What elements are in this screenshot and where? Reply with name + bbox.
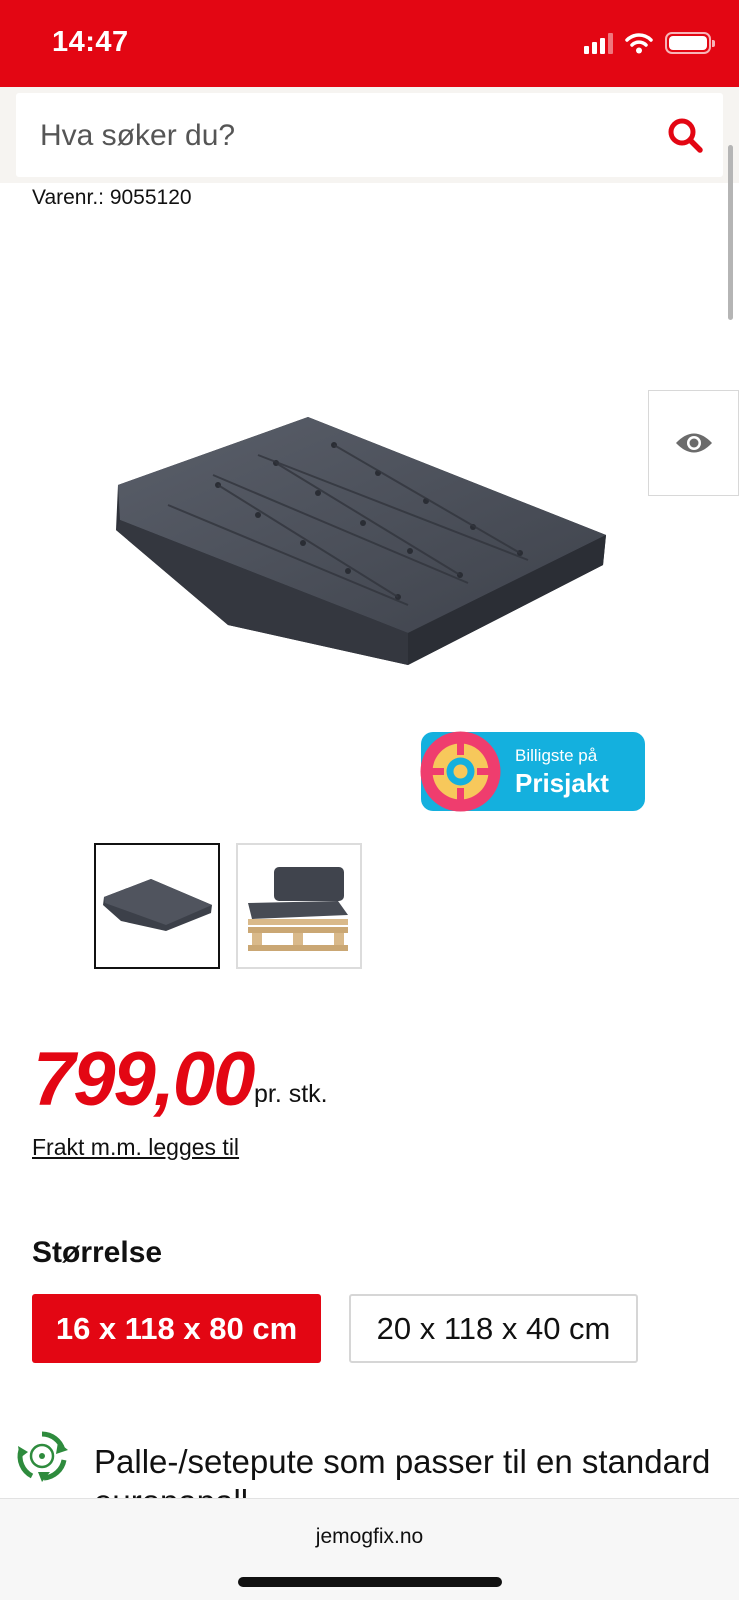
prisjakt-line1: Billigste på <box>515 746 598 765</box>
battery-icon <box>665 32 715 54</box>
status-icons <box>584 32 715 54</box>
shipping-info-link[interactable]: Frakt m.m. legges til <box>32 1134 239 1161</box>
recycle-icon <box>17 1431 68 1482</box>
search-input[interactable]: Hva søker du? <box>16 93 723 177</box>
thumbnail-pallet-image <box>248 867 348 951</box>
thumbnail-1[interactable] <box>94 843 220 969</box>
product-image[interactable] <box>108 415 616 680</box>
feature-text: Palle-/setepute som passer til en standa… <box>94 1443 711 1498</box>
scrollbar[interactable] <box>728 145 733 320</box>
prisjakt-badge[interactable]: Billigste på Prisjakt <box>420 731 645 812</box>
search-bar: Hva søker du? <box>0 87 739 183</box>
status-bar: 14:47 <box>0 0 739 87</box>
product-price: 799,00 <box>33 1037 255 1122</box>
prisjakt-line2: Prisjakt <box>515 768 609 798</box>
prisjakt-logo-icon <box>420 731 501 812</box>
wifi-icon <box>625 33 653 54</box>
size-heading: Størrelse <box>32 1236 163 1269</box>
thumbnail-2[interactable] <box>236 843 362 969</box>
eye-icon <box>675 433 712 453</box>
feature-item: Palle-/setepute som passer til en standa… <box>0 1420 739 1498</box>
home-indicator[interactable] <box>238 1577 502 1587</box>
thumbnail-cushion-image <box>103 879 212 931</box>
signal-icon <box>584 32 613 54</box>
product-sku: Varenr.: 9055120 <box>32 186 192 209</box>
price-unit: pr. stk. <box>254 1080 328 1108</box>
browser-url-bar[interactable]: jemogfix.no <box>0 1498 739 1600</box>
size-option[interactable]: 20 x 118 x 40 cm <box>349 1294 638 1363</box>
url-text: jemogfix.no <box>315 1525 424 1548</box>
search-icon[interactable] <box>665 115 705 155</box>
search-placeholder: Hva søker du? <box>40 119 236 152</box>
status-time: 14:47 <box>52 26 129 58</box>
view-image-button[interactable] <box>648 390 739 496</box>
size-option-selected[interactable]: 16 x 118 x 80 cm <box>32 1294 321 1363</box>
